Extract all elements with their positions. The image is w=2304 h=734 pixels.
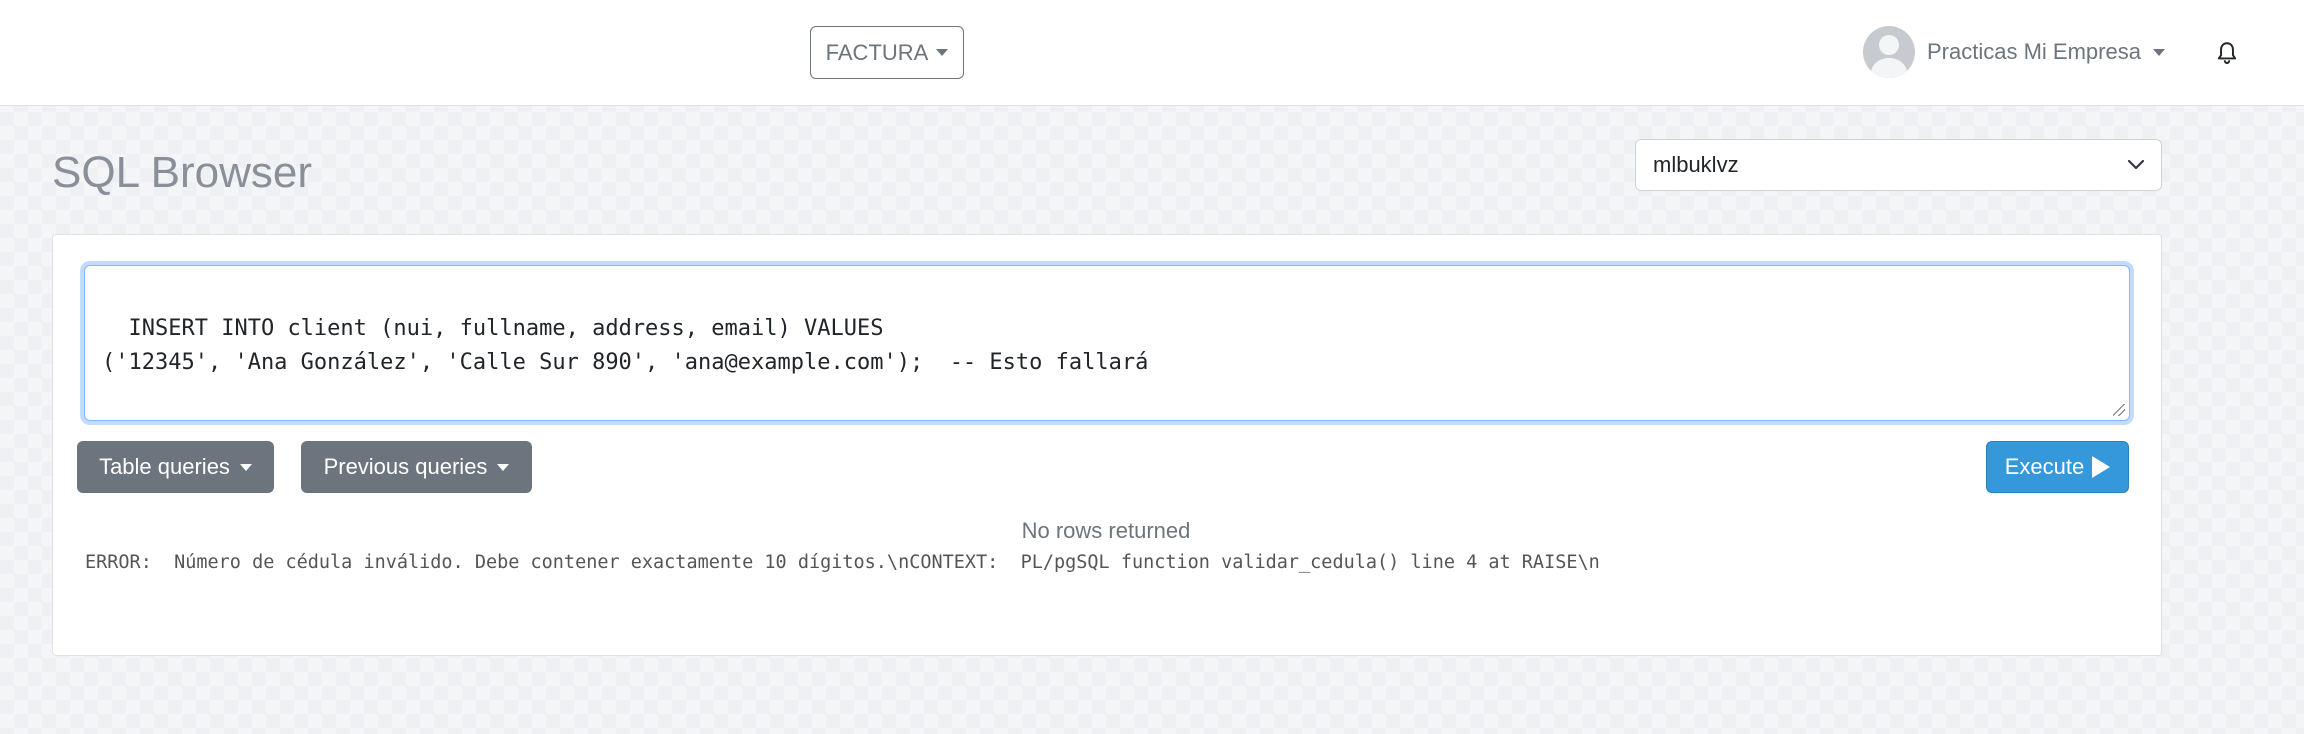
module-dropdown-button[interactable]: FACTURA — [810, 26, 964, 79]
previous-queries-label: Previous queries — [323, 454, 488, 479]
module-dropdown-label: FACTURA — [825, 39, 929, 65]
execute-label: Execute — [2004, 454, 2085, 479]
caret-down-icon — [936, 49, 949, 56]
previous-queries-button[interactable]: Previous queries — [301, 441, 532, 493]
top-navbar: FACTURA Practicas Mi Empresa — [0, 0, 2304, 106]
chevron-down-icon — [2127, 159, 2145, 170]
user-name: Practicas Mi Empresa — [1927, 39, 2141, 64]
database-select-value: mlbuklvz — [1653, 152, 1739, 177]
table-queries-button[interactable]: Table queries — [77, 441, 274, 493]
user-menu-dropdown[interactable]: Practicas Mi Empresa — [1863, 26, 2165, 78]
play-icon — [2092, 456, 2111, 478]
sql-query-editor[interactable]: INSERT INTO client (nui, fullname, addre… — [84, 265, 2130, 421]
sql-query-text: INSERT INTO client (nui, fullname, addre… — [102, 316, 1149, 375]
bell-icon[interactable] — [2214, 40, 2240, 66]
database-select[interactable]: mlbuklvz — [1635, 139, 2162, 191]
caret-down-icon — [497, 463, 510, 471]
resize-handle-icon[interactable] — [2113, 404, 2125, 416]
error-message: ERROR: Número de cédula inválido. Debe c… — [85, 552, 1600, 573]
result-status: No rows returned — [1021, 518, 1191, 543]
execute-button[interactable]: Execute — [1986, 441, 2129, 493]
user-avatar-icon — [1863, 26, 1915, 78]
caret-down-icon — [239, 463, 252, 471]
caret-down-icon — [2152, 48, 2165, 56]
page-title: SQL Browser — [52, 148, 313, 197]
table-queries-label: Table queries — [99, 454, 230, 479]
